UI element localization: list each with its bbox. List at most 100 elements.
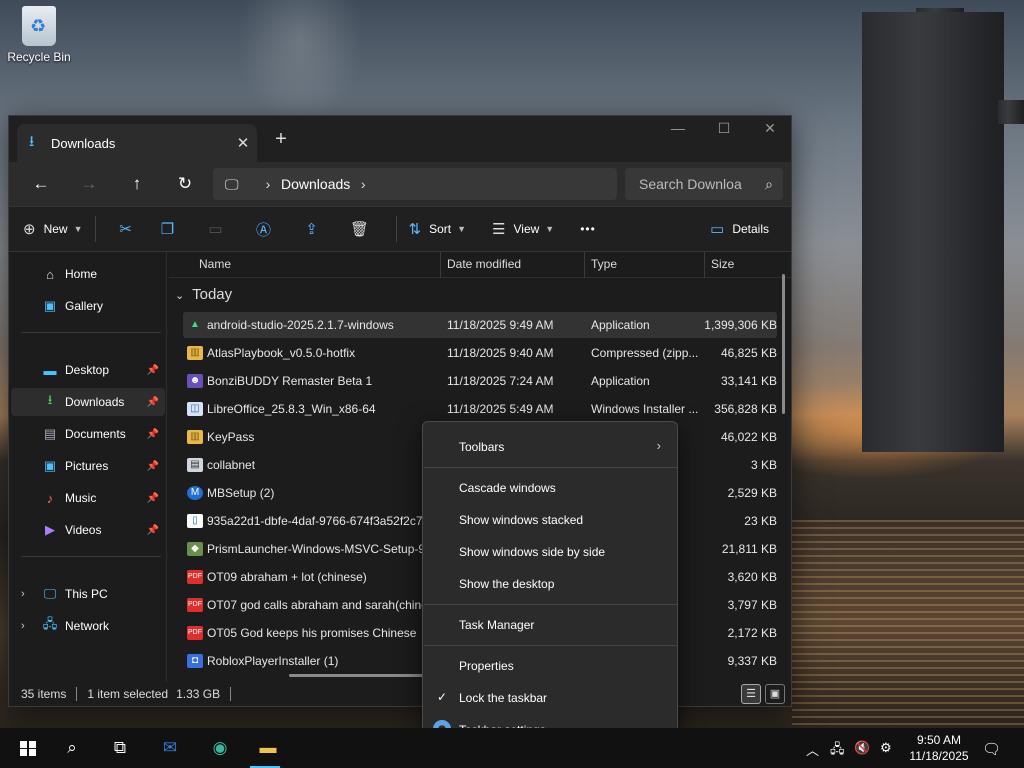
table-row[interactable]: ▥ AtlasPlaybook_v0.5.0-hotfix 11/18/2025… xyxy=(183,340,777,366)
paste-button[interactable]: ▭ xyxy=(192,206,240,252)
view-button[interactable]: ☰ View ▼ xyxy=(492,206,554,252)
new-button[interactable]: ⊕ New ▼ xyxy=(23,206,83,252)
task-view-button[interactable]: ⧉ xyxy=(100,728,140,768)
chevron-right-icon[interactable]: › xyxy=(21,588,25,600)
nav-item-documents[interactable]: ▤ Documents 📌 xyxy=(11,420,165,448)
details-pane-icon: ▭ xyxy=(710,221,725,238)
menu-item-lock-taskbar[interactable]: ✓ Lock the taskbar xyxy=(427,682,673,712)
search-button[interactable]: ⌕ xyxy=(52,728,92,768)
file-size: 3 KB xyxy=(750,458,777,472)
gear-icon[interactable]: ⚙ xyxy=(880,740,892,756)
nav-item-network[interactable]: › 🖧 Network xyxy=(11,612,165,640)
menu-item-show-windows-side-by-side[interactable]: Show windows side by side xyxy=(427,536,673,566)
menu-item-task-manager[interactable]: Task Manager xyxy=(427,609,673,639)
chevron-right-icon[interactable]: › xyxy=(255,176,281,192)
menu-item-toolbars[interactable]: Toolbars › xyxy=(427,431,673,461)
table-row[interactable]: ◫ LibreOffice_25.8.3_Win_x86-64 11/18/20… xyxy=(183,396,777,422)
nav-item-desktop[interactable]: ▬ Desktop 📌 xyxy=(11,356,165,384)
menu-divider xyxy=(424,645,678,646)
horizontal-scrollbar[interactable] xyxy=(289,674,439,677)
minimize-button[interactable]: — xyxy=(655,120,701,136)
maximize-button[interactable]: ☐ xyxy=(701,120,747,137)
tab-downloads[interactable]: ⭳ Downloads ✕ xyxy=(17,124,257,162)
taskbar[interactable]: ⌕ ⧉ ✉ ◉ ▬ ︿ 🖧 🔇 ⚙ 9:50 AM 11/18/2025 🗨 xyxy=(0,728,1024,768)
nav-item-music[interactable]: ♪ Music 📌 xyxy=(11,484,165,512)
column-divider[interactable] xyxy=(704,252,705,278)
column-type[interactable]: Type xyxy=(591,257,617,271)
divider xyxy=(230,687,232,701)
delete-button[interactable]: 🗑 xyxy=(336,206,384,252)
file-size: 3,797 KB xyxy=(727,598,777,612)
recycle-bin-desktop-icon[interactable]: Recycle Bin xyxy=(6,6,72,64)
details-pane-button[interactable]: ▭ Details xyxy=(710,206,769,252)
nav-label: This PC xyxy=(65,587,108,601)
network-icon[interactable]: 🖧 xyxy=(830,740,845,762)
more-options-button[interactable]: ••• xyxy=(580,206,596,252)
file-date: 11/18/2025 7:24 AM xyxy=(447,374,554,388)
menu-item-properties[interactable]: Properties xyxy=(427,650,673,680)
file-explorer-button[interactable]: ▬ xyxy=(248,728,288,768)
building xyxy=(862,12,1004,452)
up-button[interactable]: ↑ xyxy=(113,174,161,194)
copy-button[interactable]: ❐ xyxy=(144,206,192,252)
sort-button[interactable]: ⇅ Sort ▼ xyxy=(409,206,467,252)
address-bar[interactable]: 🖵 › Downloads › xyxy=(213,168,617,200)
column-date-modified[interactable]: Date modified xyxy=(447,257,521,271)
close-tab-icon[interactable]: ✕ xyxy=(229,134,257,152)
nav-item-pictures[interactable]: ▣ Pictures 📌 xyxy=(11,452,165,480)
details-view-button[interactable]: ☰ xyxy=(741,684,761,704)
column-divider[interactable] xyxy=(440,252,441,278)
notification-icon[interactable]: 🗨 xyxy=(982,740,1001,758)
table-row[interactable]: ☻ BonziBUDDY Remaster Beta 1 11/18/2025 … xyxy=(183,368,777,394)
file-name: RobloxPlayerInstaller (1) xyxy=(207,654,339,668)
edge-button[interactable]: ◉ xyxy=(200,728,240,768)
nav-item-videos[interactable]: ▶ Videos 📌 xyxy=(11,516,165,544)
edge-icon: ◉ xyxy=(212,738,228,757)
column-size[interactable]: Size xyxy=(711,257,734,271)
column-divider[interactable] xyxy=(584,252,585,278)
column-name[interactable]: Name xyxy=(199,257,231,271)
tiles-view-button[interactable]: ▣ xyxy=(765,684,785,704)
rename-button[interactable]: Ⓐ xyxy=(240,206,288,252)
new-label: New xyxy=(43,222,68,236)
recycle-bin-icon xyxy=(22,6,56,46)
outlook-button[interactable]: ✉ xyxy=(150,728,190,768)
chevron-up-icon[interactable]: ︿ xyxy=(806,740,819,759)
view-toggle: ☰ ▣ xyxy=(741,684,785,704)
nav-item-gallery[interactable]: ▣ Gallery xyxy=(11,292,165,320)
details-label: Details xyxy=(732,222,769,236)
vertical-scrollbar[interactable] xyxy=(782,274,785,414)
volume-muted-icon[interactable]: 🔇 xyxy=(854,740,870,756)
outlook-icon: ✉ xyxy=(162,738,178,757)
nav-item-home[interactable]: ⌂ Home xyxy=(11,260,165,288)
share-button[interactable]: ⇪ xyxy=(288,206,336,252)
forward-button[interactable]: → xyxy=(65,174,113,194)
menu-item-cascade-windows[interactable]: Cascade windows xyxy=(427,472,673,502)
menu-item-show-windows-stacked[interactable]: Show windows stacked xyxy=(427,504,673,534)
file-date: 11/18/2025 9:49 AM xyxy=(447,318,554,332)
table-row[interactable]: ▲ android-studio-2025.2.1.7-windows 11/1… xyxy=(183,312,777,338)
nav-label: Pictures xyxy=(65,459,109,473)
chevron-right-icon[interactable]: › xyxy=(21,620,25,632)
menu-item-show-desktop[interactable]: Show the desktop xyxy=(427,568,673,598)
search-input[interactable]: Search Downloa ⌕ xyxy=(625,168,783,200)
refresh-button[interactable]: ↻ xyxy=(161,174,209,194)
nav-item-downloads[interactable]: ⭳ Downloads 📌 xyxy=(11,388,165,416)
back-button[interactable]: ← xyxy=(17,174,65,194)
close-window-button[interactable]: ✕ xyxy=(747,120,793,137)
copy-icon: ❐ xyxy=(160,221,175,238)
new-tab-button[interactable]: + xyxy=(269,128,293,151)
clock[interactable]: 9:50 AM 11/18/2025 xyxy=(906,732,972,764)
chevron-right-icon[interactable]: › xyxy=(350,176,376,192)
sort-label: Sort xyxy=(429,222,452,236)
cut-button[interactable]: ✂ xyxy=(108,206,144,252)
installer-icon: ◫ xyxy=(187,402,203,416)
group-header-today[interactable]: ⌄ Today xyxy=(175,286,232,303)
start-button[interactable] xyxy=(4,728,44,768)
file-name: PrismLauncher-Windows-MSVC-Setup-9 xyxy=(207,542,426,556)
nav-label: Home xyxy=(65,267,98,281)
gallery-icon: ▣ xyxy=(43,298,57,313)
breadcrumb-downloads[interactable]: Downloads xyxy=(281,176,350,192)
zip-folder-icon: ▥ xyxy=(187,346,203,360)
nav-item-this-pc[interactable]: › 🖵 This PC xyxy=(11,580,165,608)
